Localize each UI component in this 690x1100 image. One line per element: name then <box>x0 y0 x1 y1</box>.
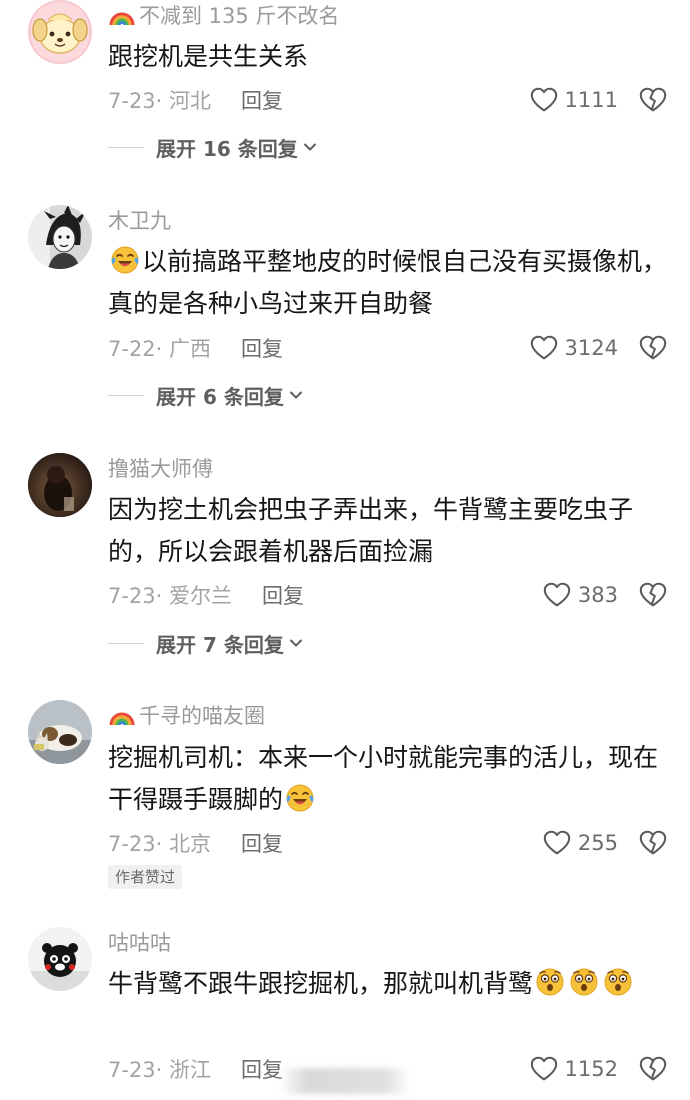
location-value: 爱尔兰 <box>169 584 233 608</box>
dislike-button[interactable] <box>638 82 668 118</box>
broken-heart-icon <box>638 1054 668 1084</box>
expand-replies-button[interactable]: 展开 6 条回复 <box>108 379 304 411</box>
like-count: 1111 <box>564 88 618 112</box>
reply-button[interactable]: 回复 <box>241 333 283 363</box>
comment-body: 因为挖土机会把虫子弄出来，牛背鹭主要吃虫子的，所以会跟着机器后面捡漏 <box>108 495 634 566</box>
comment-meta: 7-22· 广西 回复 3124 <box>108 330 668 366</box>
expand-replies-label: 展开 7 条回复 <box>156 632 284 657</box>
comment-text: 牛背鹭不跟牛跟挖掘机，那就叫机背鹭 <box>108 963 668 1005</box>
like-count: 1152 <box>564 1057 618 1081</box>
rainbow-icon <box>108 703 136 727</box>
reply-button[interactable]: 回复 <box>262 580 304 610</box>
location-value: 广西 <box>169 337 212 361</box>
username[interactable]: 撸猫大师傅 <box>108 453 213 483</box>
comment-text: 挖掘机司机：本来一个小时就能完事的活儿，现在干得蹑手蹑脚的 <box>108 737 668 821</box>
comment-text: 因为挖土机会把虫子弄出来，牛背鹭主要吃虫子的，所以会跟着机器后面捡漏 <box>108 489 668 573</box>
comment-date: 7-23· 爱尔兰 <box>108 584 233 608</box>
like-button[interactable]: 1111 <box>529 82 618 118</box>
date-value: 7-23 <box>108 832 156 856</box>
username[interactable]: 不减到 135 斤不改名 <box>139 0 339 30</box>
date-value: 7-23 <box>108 89 156 113</box>
laughing-tears-emoji-icon <box>109 244 141 276</box>
shocked-face-emoji-icon <box>602 966 634 998</box>
comment-meta: 7-23· 河北 回复 1111 <box>108 82 668 118</box>
location-value: 浙江 <box>169 1058 212 1082</box>
dislike-button[interactable] <box>638 577 668 613</box>
author-liked-badge: 作者赞过 <box>108 865 183 889</box>
dark-photo-avatar[interactable] <box>28 453 92 517</box>
username-row: 撸猫大师傅 <box>108 453 213 483</box>
divider <box>108 642 144 644</box>
comment-body: 牛背鹭不跟牛跟挖掘机，那就叫机背鹭 <box>108 969 534 998</box>
comment-date: 7-23· 北京 <box>108 832 212 856</box>
chevron-down-icon <box>288 635 304 651</box>
cat-photo-avatar[interactable] <box>28 700 92 764</box>
location-value: 北京 <box>169 832 212 856</box>
reply-button[interactable]: 回复 <box>241 1054 283 1084</box>
location-value: 河北 <box>169 89 212 113</box>
like-button[interactable]: 1152 <box>529 1051 618 1087</box>
cartoon-dog-avatar[interactable] <box>28 0 92 64</box>
heart-icon <box>529 333 559 363</box>
comment-text: 跟挖机是共生关系 <box>108 36 668 78</box>
comment-body: 以前搞路平整地皮的时候恨自己没有买摄像机，真的是各种小鸟过来开自助餐 <box>108 247 668 318</box>
reply-button[interactable]: 回复 <box>241 85 283 115</box>
dislike-button[interactable] <box>638 1051 668 1087</box>
comment-meta: 7-23· 爱尔兰 回复 383 <box>108 577 668 613</box>
comment-body: 挖掘机司机：本来一个小时就能完事的活儿，现在干得蹑手蹑脚的 <box>108 743 659 814</box>
like-count: 383 <box>577 583 618 607</box>
broken-heart-icon <box>638 85 668 115</box>
dislike-button[interactable] <box>638 825 668 861</box>
like-count: 255 <box>577 831 618 855</box>
broken-heart-icon <box>638 828 668 858</box>
heart-icon <box>529 1054 559 1084</box>
like-count: 3124 <box>564 336 618 360</box>
username-row: 不减到 135 斤不改名 <box>108 0 339 30</box>
heart-icon <box>542 828 572 858</box>
divider <box>108 146 144 148</box>
comment-date: 7-23· 浙江 <box>108 1058 212 1082</box>
date-value: 7-23 <box>108 1058 156 1082</box>
reply-button[interactable]: 回复 <box>241 828 283 858</box>
laughing-tears-emoji-icon <box>284 782 316 814</box>
expand-replies-label: 展开 16 条回复 <box>156 136 298 161</box>
username-row: 木卫九 <box>108 205 171 235</box>
like-button[interactable]: 383 <box>542 577 618 613</box>
watermark-blur <box>280 1068 410 1094</box>
date-value: 7-23 <box>108 584 156 608</box>
anime-character-avatar[interactable] <box>28 205 92 269</box>
divider <box>108 394 144 396</box>
username-row: 千寻的喵友圈 <box>108 700 265 730</box>
shocked-face-emoji-icon <box>568 966 600 998</box>
username[interactable]: 木卫九 <box>108 205 171 235</box>
date-value: 7-22 <box>108 337 156 361</box>
comment-text: 以前搞路平整地皮的时候恨自己没有买摄像机，真的是各种小鸟过来开自助餐 <box>108 241 668 325</box>
chevron-down-icon <box>302 139 318 155</box>
kumamon-avatar[interactable] <box>28 927 92 991</box>
comment-date: 7-23· 河北 <box>108 89 212 113</box>
chevron-down-icon <box>288 387 304 403</box>
expand-replies-button[interactable]: 展开 16 条回复 <box>108 131 318 163</box>
expand-replies-button[interactable]: 展开 7 条回复 <box>108 627 304 659</box>
username[interactable]: 千寻的喵友圈 <box>139 700 265 730</box>
rainbow-icon <box>108 3 136 27</box>
username[interactable]: 咕咕咕 <box>108 927 171 957</box>
comment-body: 跟挖机是共生关系 <box>108 42 309 71</box>
shocked-face-emoji-icon <box>534 966 566 998</box>
broken-heart-icon <box>638 333 668 363</box>
dislike-button[interactable] <box>638 330 668 366</box>
username-row: 咕咕咕 <box>108 927 171 957</box>
comment-date: 7-22· 广西 <box>108 337 212 361</box>
like-button[interactable]: 255 <box>542 825 618 861</box>
comment-meta: 7-23· 北京 回复 255 <box>108 825 668 861</box>
expand-replies-label: 展开 6 条回复 <box>156 384 284 409</box>
like-button[interactable]: 3124 <box>529 330 618 366</box>
broken-heart-icon <box>638 580 668 610</box>
heart-icon <box>529 85 559 115</box>
heart-icon <box>542 580 572 610</box>
